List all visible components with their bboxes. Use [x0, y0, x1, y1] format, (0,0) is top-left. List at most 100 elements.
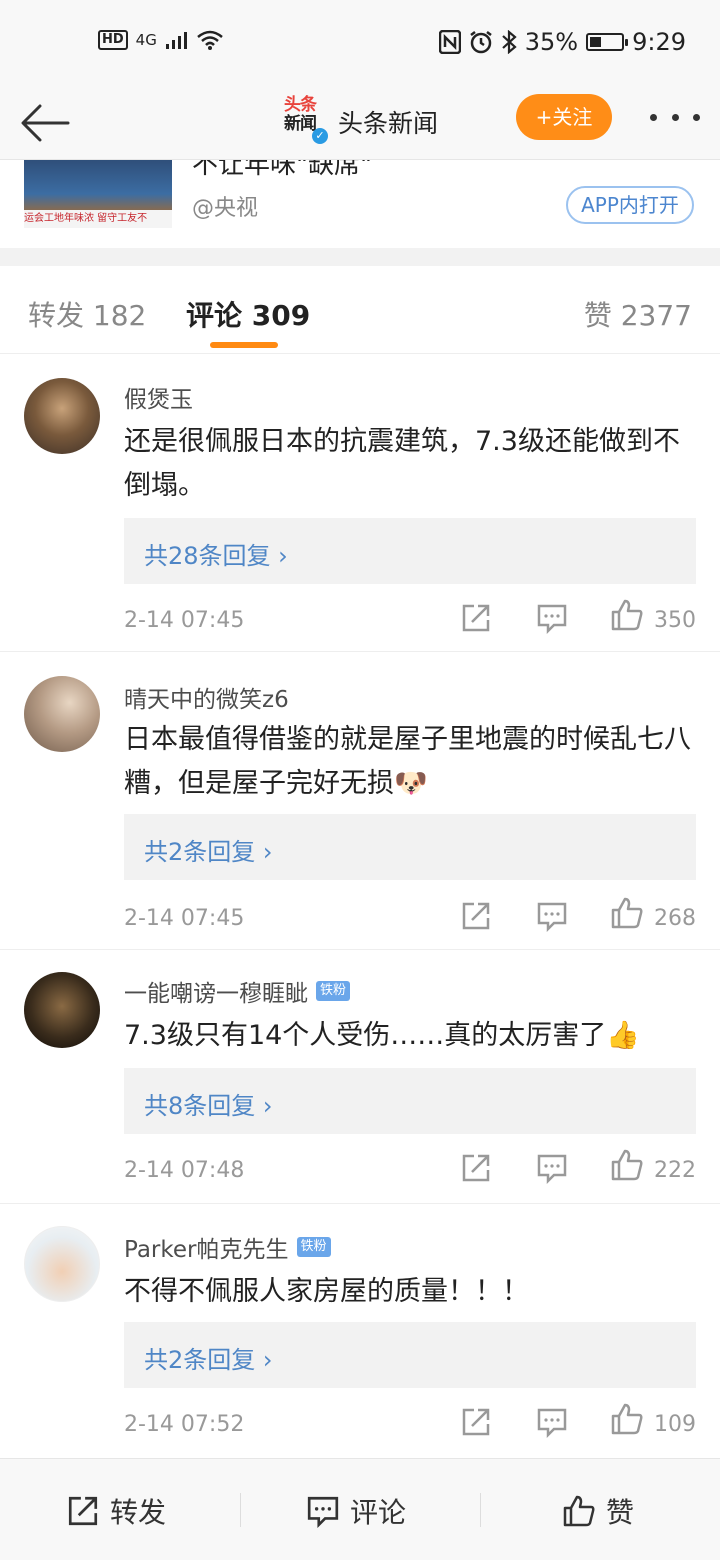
comment-meta: 2-14 07:48 222: [124, 1149, 696, 1192]
comment-text: 日本最值得借鉴的就是屋子里地震的时候乱七八糟，但是屋子完好无损🐶: [124, 724, 691, 799]
post-thumbnail[interactable]: 运会工地年味浓 留守工友不: [24, 160, 172, 228]
fan-badge: 铁粉: [296, 1237, 331, 1257]
avatar[interactable]: [24, 378, 100, 454]
username-text[interactable]: 晴天中的微笑z6: [124, 680, 289, 714]
comment-label: 评论: [350, 1496, 407, 1529]
comment-username[interactable]: Parker帕克先生 铁粉: [124, 1230, 331, 1264]
view-replies-link[interactable]: 共2条回复 ›: [144, 832, 273, 867]
comment-meta: 2-14 07:52 109: [124, 1403, 696, 1446]
status-bar: HD 4G 35% 9:29: [0, 0, 720, 88]
comment-item: 一能嘲谤一穆睚眦 铁粉 7.3级只有14个人受伤……真的太厉害了👍 共8条回复 …: [0, 950, 720, 1204]
comment-icon[interactable]: [536, 1152, 568, 1184]
back-button[interactable]: [18, 96, 72, 150]
comment-time: 2-14 07:45: [124, 608, 245, 633]
like-icon[interactable]: [610, 1402, 644, 1436]
repost-label: 转发: [110, 1496, 167, 1529]
shared-post-card[interactable]: 运会工地年味浓 留守工友不 不让年味"缺席" @央视 APP内打开: [0, 160, 720, 248]
nav-bar: 头条 新闻 ✓ 头条新闻 +关注: [0, 88, 720, 160]
comment-item: Parker帕克先生 铁粉 不得不佩服人家房屋的质量！！！ 共2条回复 › 2-…: [0, 1204, 720, 1458]
comment-username[interactable]: 一能嘲谤一穆睚眦 铁粉: [124, 974, 351, 1008]
like-button[interactable]: 赞: [562, 1491, 634, 1531]
comment-icon[interactable]: [536, 1406, 568, 1438]
bluetooth-icon: [502, 30, 517, 54]
post-source: @央视: [192, 196, 259, 221]
view-replies-link[interactable]: 共8条回复 ›: [144, 1086, 273, 1121]
toolbar-divider: [480, 1493, 481, 1527]
comment-icon[interactable]: [536, 602, 568, 634]
comment-meta: 2-14 07:45 350: [124, 599, 696, 642]
battery-level: [590, 37, 602, 47]
verified-icon: ✓: [312, 128, 328, 144]
reply-summary[interactable]: 共2条回复 ›: [124, 814, 696, 880]
comment-time: 2-14 07:52: [124, 1412, 245, 1437]
battery-percent: 35%: [524, 28, 579, 56]
comment-icon[interactable]: [536, 900, 568, 932]
tab-reposts[interactable]: 转发 182: [28, 294, 146, 334]
comment-username[interactable]: 晴天中的微笑z6: [124, 680, 289, 714]
active-tab-indicator: [210, 342, 278, 348]
status-left: HD 4G: [98, 30, 223, 50]
post-title: 不让年味"缺席": [192, 160, 372, 180]
share-icon[interactable]: [460, 1152, 492, 1184]
comment-time: 2-14 07:45: [124, 906, 245, 931]
like-icon[interactable]: [610, 896, 644, 930]
more-options-icon[interactable]: [650, 104, 700, 130]
back-arrow-icon: [21, 104, 70, 142]
like-count: 222: [654, 1158, 696, 1183]
thumbnail-caption: 运会工地年味浓 留守工友不: [24, 210, 172, 228]
like-count: 268: [654, 906, 696, 931]
reply-summary[interactable]: 共2条回复 ›: [124, 1322, 696, 1388]
account-name[interactable]: 头条新闻: [338, 104, 438, 140]
username-text[interactable]: 假煲玉: [124, 380, 193, 414]
comment-button[interactable]: 评论: [306, 1491, 406, 1531]
tab-likes[interactable]: 赞 2377: [584, 294, 692, 334]
follow-button[interactable]: +关注: [516, 94, 612, 140]
tab-comments[interactable]: 评论 309: [186, 294, 310, 334]
open-in-app-button[interactable]: APP内打开: [566, 186, 694, 224]
account-logo[interactable]: 头条 新闻 ✓: [284, 95, 328, 144]
like-toolbar-icon: [563, 1495, 595, 1527]
tab-bar: 转发 182 评论 309 赞 2377: [0, 266, 720, 354]
comment-text: 7.3级只有14个人受伤……真的太厉害了👍: [124, 1020, 640, 1051]
username-text[interactable]: 一能嘲谤一穆睚眦: [124, 974, 308, 1008]
fan-badge: 铁粉: [316, 981, 351, 1001]
share-icon[interactable]: [460, 900, 492, 932]
like-label: 赞: [606, 1496, 635, 1529]
repost-button[interactable]: 转发: [66, 1491, 166, 1531]
repost-icon: [68, 1496, 98, 1526]
comment-toolbar-icon: [307, 1496, 339, 1528]
avatar[interactable]: [24, 676, 100, 752]
comment-text: 不得不佩服人家房屋的质量！！！: [124, 1276, 529, 1307]
hd-indicator: HD: [98, 30, 128, 50]
reply-summary[interactable]: 共28条回复 ›: [124, 518, 696, 584]
avatar[interactable]: [24, 1226, 100, 1302]
comment-item: 假煲玉 还是很佩服日本的抗震建筑，7.3级还能做到不倒塌。 共28条回复 › 2…: [0, 356, 720, 652]
like-count: 350: [654, 608, 696, 633]
like-count: 109: [654, 1412, 696, 1437]
comment-item: 晴天中的微笑z6 日本最值得借鉴的就是屋子里地震的时候乱七八糟，但是屋子完好无损…: [0, 652, 720, 950]
comment-text: 还是很佩服日本的抗震建筑，7.3级还能做到不倒塌。: [124, 426, 680, 501]
wifi-icon: [197, 30, 223, 50]
battery-icon: [586, 33, 629, 51]
signal-icon: [165, 32, 187, 49]
comment-meta: 2-14 07:45 268: [124, 897, 696, 940]
network-type: 4G: [135, 31, 157, 49]
like-icon[interactable]: [610, 1148, 644, 1182]
comment-time: 2-14 07:48: [124, 1158, 245, 1183]
username-text[interactable]: Parker帕克先生: [124, 1230, 289, 1264]
toolbar-divider: [240, 1493, 241, 1527]
alarm-icon: [470, 31, 492, 54]
nfc-icon: [438, 30, 461, 54]
share-icon[interactable]: [460, 1406, 492, 1438]
clock: 9:29: [632, 28, 686, 56]
bottom-toolbar: 转发 评论 赞: [0, 1458, 720, 1560]
avatar[interactable]: [24, 972, 100, 1048]
section-divider: [0, 248, 720, 266]
comment-username[interactable]: 假煲玉: [124, 380, 193, 414]
view-replies-link[interactable]: 共28条回复 ›: [144, 536, 288, 571]
reply-summary[interactable]: 共8条回复 ›: [124, 1068, 696, 1134]
view-replies-link[interactable]: 共2条回复 ›: [144, 1340, 273, 1375]
like-icon[interactable]: [610, 598, 644, 632]
share-icon[interactable]: [460, 602, 492, 634]
logo-line-1: 头条: [284, 95, 317, 115]
